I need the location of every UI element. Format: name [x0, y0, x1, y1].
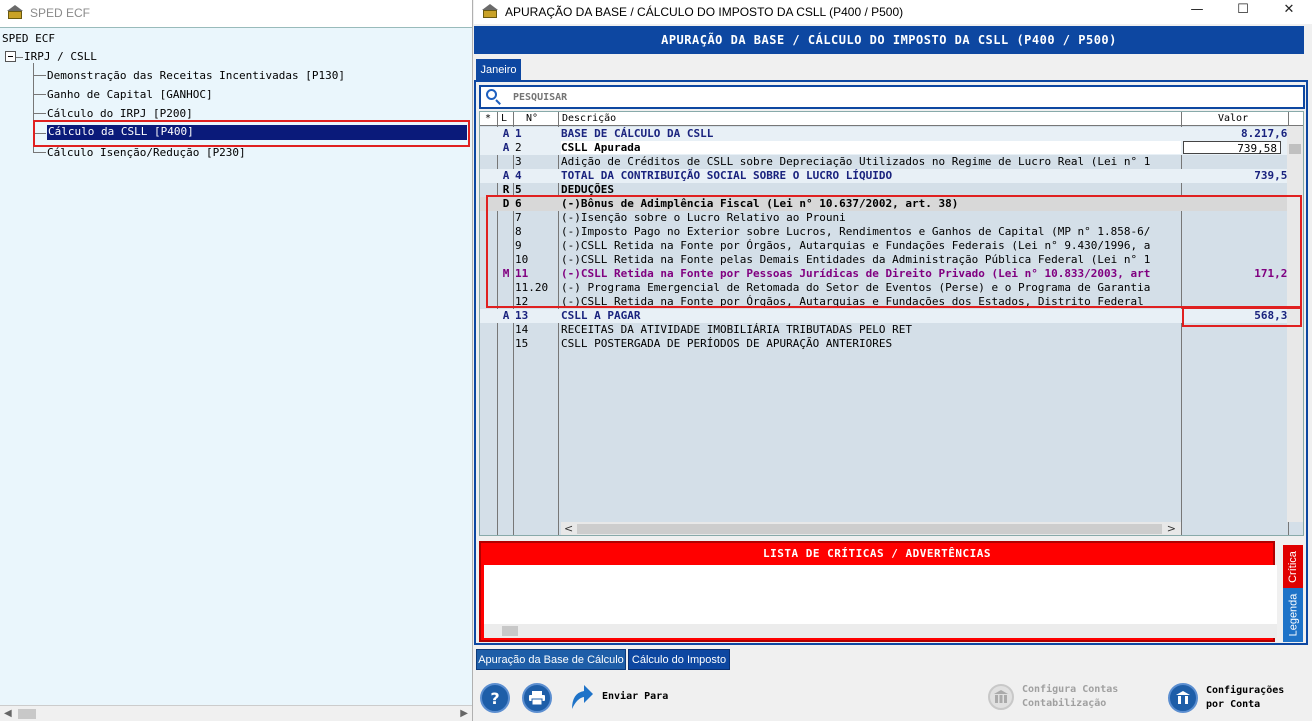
scroll-left-icon[interactable]: ◀	[4, 708, 12, 719]
page-header: APURAÇÃO DA BASE / CÁLCULO DO IMPOSTO DA…	[474, 26, 1304, 54]
configura-contas-line1: Configura Contas	[1022, 684, 1119, 695]
criticas-scrollbar[interactable]	[484, 624, 1277, 638]
data-grid: * L N° Descrição Valor A 1 BASE DE CÁLCULO…	[479, 111, 1304, 536]
configura-contas-label: Configura Contas Contabilização	[1022, 683, 1118, 711]
grid-horizontal-scrollbar[interactable]: < >	[561, 522, 1181, 535]
print-button[interactable]	[522, 683, 552, 713]
table-row[interactable]: 14 RECEITAS DA ATIVIDADE IMOBILIÁRIA TRIB…	[480, 323, 1303, 337]
scroll-thumb[interactable]	[18, 709, 36, 719]
enviar-para-label: Enviar Para	[602, 691, 669, 702]
configuracoes-label: Configurações por Conta	[1206, 684, 1284, 712]
sped-ecf-window: SPED ECF SPED ECF IRPJ / CSLL Demonstraç…	[0, 0, 473, 721]
left-window-title: SPED ECF	[30, 6, 91, 20]
tree-root[interactable]: SPED ECF	[2, 32, 55, 45]
row-description: BASE DE CÁLCULO DA CSLL	[561, 127, 714, 140]
tree-item-p230[interactable]: Cálculo Isenção/Redução [P230]	[47, 146, 246, 159]
scroll-thumb[interactable]	[1289, 144, 1301, 154]
row-description: Adição de Créditos de CSLL sobre Depreci…	[561, 155, 1151, 168]
apuracao-window: APURAÇÃO DA BASE / CÁLCULO DO IMPOSTO DA…	[474, 0, 1312, 721]
tree-group-irpj-csll[interactable]: IRPJ / CSLL	[24, 50, 97, 63]
tree-item-p200[interactable]: Cálculo do IRPJ [P200]	[47, 107, 193, 120]
table-row[interactable]: A 2 CSLL Apurada 739,58	[480, 141, 1303, 155]
row-description: CSLL POSTERGADA DE PERÍODOS DE APURAÇÃO …	[561, 337, 893, 350]
table-row[interactable]: 15 CSLL POSTERGADA DE PERÍODOS DE APURAÇÃ…	[480, 337, 1303, 351]
row-number: 2	[515, 141, 522, 154]
window-controls: — ☐ ✕	[1174, 0, 1312, 22]
tab-janeiro[interactable]: Janeiro	[476, 59, 521, 80]
header-l: L	[501, 113, 508, 124]
search-icon[interactable]	[485, 88, 503, 106]
scroll-right-icon[interactable]: ▶	[460, 708, 468, 719]
highlight-box-deductions	[486, 195, 1302, 308]
scroll-right-icon[interactable]: >	[1167, 522, 1176, 535]
header-descricao: Descrição	[562, 113, 617, 124]
printer-icon[interactable]	[522, 683, 552, 713]
criticas-list[interactable]	[484, 565, 1277, 638]
app-house-icon	[6, 5, 24, 21]
tab-apuracao-base[interactable]: Apuração da Base de Cálculo	[476, 649, 626, 670]
header-star: *	[485, 113, 492, 124]
search-input[interactable]	[513, 91, 1213, 103]
search-bar[interactable]	[479, 85, 1305, 109]
table-row[interactable]: A 4 TOTAL DA CONTRIBUIÇÃO SOCIAL SOBRE O L…	[480, 169, 1303, 183]
criticas-title: LISTA DE CRÍTICAS / ADVERTÊNCIAS	[763, 546, 991, 560]
configuracoes-por-conta-button[interactable]: Configurações por Conta	[1168, 683, 1284, 713]
table-row[interactable]: A 1 BASE DE CÁLCULO DA CSLL 8.217,60	[480, 127, 1303, 141]
help-button[interactable]: ?	[480, 683, 510, 713]
configura-contas-line2: Contabilização	[1022, 698, 1107, 709]
table-row[interactable]: 3 Adição de Créditos de CSLL sobre Deprec…	[480, 155, 1303, 169]
row-letter: A	[502, 309, 510, 322]
row-number: 14	[515, 323, 529, 336]
row-letter: A	[502, 127, 510, 140]
row-number: 13	[515, 309, 529, 322]
left-title-bar: SPED ECF	[0, 0, 472, 26]
row-value: 8.217,60	[1241, 127, 1294, 140]
highlight-box-total	[1182, 307, 1302, 327]
row-description: RECEITAS DA ATIVIDADE IMOBILIÁRIA TRIBUT…	[561, 323, 912, 336]
help-icon[interactable]: ?	[480, 683, 510, 713]
tab-critica-label: Crítica	[1287, 550, 1299, 583]
left-horizontal-scrollbar[interactable]: ◀ ▶	[0, 705, 472, 721]
table-row[interactable]: A 13 CSLL A PAGAR 568,38	[480, 309, 1303, 323]
scroll-thumb[interactable]	[577, 524, 1162, 534]
building-icon	[988, 684, 1014, 710]
app-house-icon	[481, 4, 499, 20]
enviar-para-button[interactable]: Enviar Para	[568, 683, 668, 711]
tree-item-ganhoc[interactable]: Ganho de Capital [GANHOC]	[47, 88, 213, 101]
row-description: CSLL A PAGAR	[561, 309, 641, 322]
row-letter: A	[502, 169, 510, 182]
tab-legenda[interactable]: Legenda	[1283, 588, 1303, 642]
row-description: TOTAL DA CONTRIBUIÇÃO SOCIAL SOBRE O LUC…	[561, 169, 893, 182]
row-number: 1	[515, 127, 522, 140]
criticas-panel: LISTA DE CRÍTICAS / ADVERTÊNCIAS	[479, 541, 1277, 642]
right-window-title: APURAÇÃO DA BASE / CÁLCULO DO IMPOSTO DA…	[505, 5, 904, 19]
scroll-left-icon[interactable]: <	[564, 522, 573, 535]
tree-item-p130[interactable]: Demonstração das Receitas Incentivadas […	[47, 69, 345, 82]
maximize-button[interactable]: ☐	[1220, 0, 1266, 22]
tab-critica[interactable]: Crítica	[1283, 545, 1303, 588]
tab-legenda-label: Legenda	[1287, 593, 1300, 637]
navigation-tree: SPED ECF IRPJ / CSLL Demonstração das Re…	[0, 27, 472, 705]
close-button[interactable]: ✕	[1266, 0, 1312, 22]
value-input[interactable]: 739,58	[1183, 141, 1281, 155]
highlight-box-tree	[33, 120, 470, 147]
configuracoes-line1: Configurações	[1206, 685, 1285, 696]
collapse-icon[interactable]	[5, 51, 16, 62]
row-number: 3	[515, 155, 522, 168]
row-value: 739,58	[1254, 169, 1294, 182]
building-icon	[1168, 683, 1198, 713]
row-number: 4	[515, 169, 522, 182]
row-description: CSLL Apurada	[561, 141, 1181, 154]
header-valor: Valor	[1218, 113, 1249, 124]
minimize-button[interactable]: —	[1174, 0, 1220, 22]
header-n: N°	[526, 113, 539, 124]
configura-contas-button[interactable]: Configura Contas Contabilização	[988, 683, 1118, 711]
configuracoes-line2: por Conta	[1206, 699, 1261, 710]
send-arrow-icon	[572, 685, 593, 709]
row-letter: A	[502, 141, 510, 154]
tab-calculo-imposto[interactable]: Cálculo do Imposto	[628, 649, 730, 670]
row-value: 739,58	[1237, 142, 1277, 155]
scroll-thumb[interactable]	[502, 626, 518, 636]
row-number: 15	[515, 337, 529, 350]
